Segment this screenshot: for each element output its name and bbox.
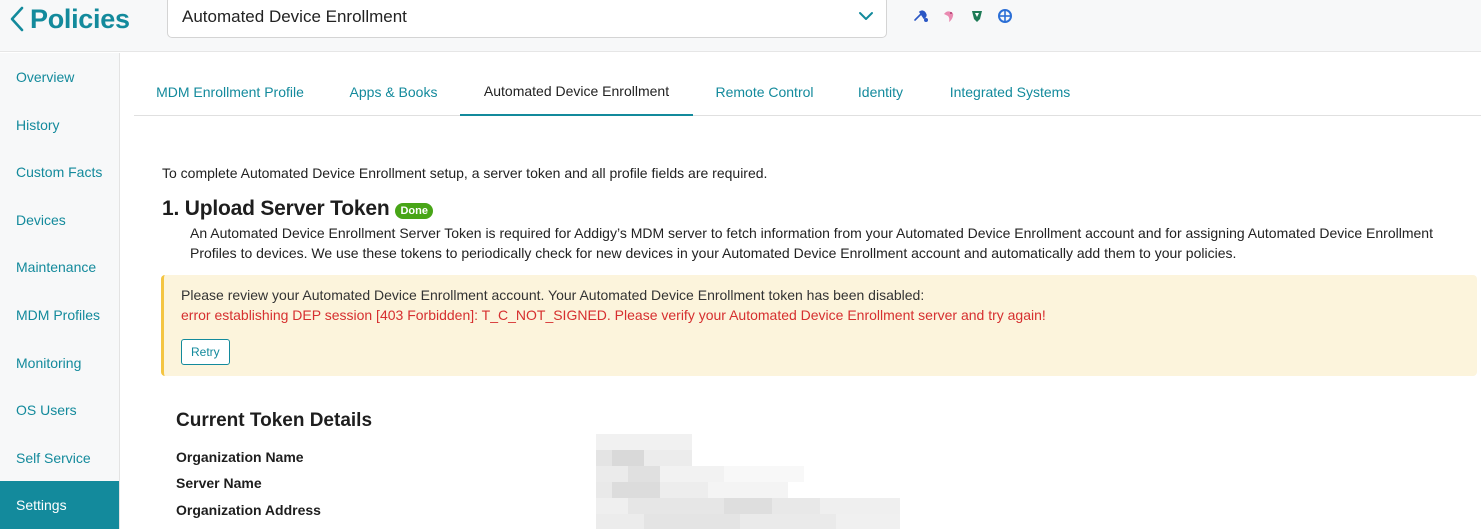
tab-identity[interactable]: Identity (836, 67, 925, 116)
chevron-left-icon (10, 6, 24, 32)
green-shield-icon[interactable] (969, 8, 985, 24)
tab-mdm-enrollment-profile[interactable]: MDM Enrollment Profile (134, 67, 326, 116)
redacted-token-values (596, 434, 916, 529)
policy-select-value: Automated Device Enrollment (182, 7, 407, 26)
sidebar-item-self-service[interactable]: Self Service (0, 434, 119, 482)
setup-intro-text: To complete Automated Device Enrollment … (162, 165, 768, 181)
blue-globe-icon[interactable] (997, 8, 1013, 24)
organization-address-label: Organization Address (176, 502, 321, 518)
sidebar-item-custom-facts[interactable]: Custom Facts (0, 148, 119, 196)
server-token-description: An Automated Device Enrollment Server To… (190, 225, 1433, 261)
server-name-label: Server Name (176, 475, 262, 491)
tab-apps-and-books[interactable]: Apps & Books (326, 67, 461, 116)
sidebar-item-history[interactable]: History (0, 101, 119, 149)
sidebar-item-overview[interactable]: Overview (0, 53, 119, 101)
settings-tab-bar: MDM Enrollment Profile Apps & Books Auto… (134, 67, 1481, 116)
section-title: 1. Upload Server Token (162, 197, 390, 220)
current-token-details-title: Current Token Details (176, 410, 373, 431)
sidebar-item-mdm-profiles[interactable]: MDM Profiles (0, 291, 119, 339)
sidebar-item-os-users[interactable]: OS Users (0, 386, 119, 434)
policy-select[interactable]: Automated Device Enrollment (167, 0, 887, 38)
status-badge: Done (395, 203, 433, 219)
sidebar-item-maintenance[interactable]: Maintenance (0, 243, 119, 291)
pink-bird-icon[interactable] (941, 8, 957, 24)
upload-server-token-heading: 1. Upload Server Token Done (162, 197, 433, 221)
sidebar-item-monitoring[interactable]: Monitoring (0, 339, 119, 387)
tab-remote-control[interactable]: Remote Control (693, 67, 836, 116)
alert-message: Please review your Automated Device Enro… (181, 287, 925, 303)
tab-integrated-systems[interactable]: Integrated Systems (925, 67, 1095, 116)
sidebar-item-devices[interactable]: Devices (0, 196, 119, 244)
alert-error-text: error establishing DEP session [403 Forb… (181, 307, 1046, 323)
chevron-down-icon (859, 12, 873, 20)
sidebar: Overview History Custom Facts Devices Ma… (0, 53, 120, 529)
retry-button[interactable]: Retry (181, 339, 230, 365)
top-header: Policies Automated Device Enrollment (0, 0, 1481, 52)
sidebar-item-settings[interactable]: Settings (0, 481, 119, 529)
tab-automated-device-enrollment[interactable]: Automated Device Enrollment (460, 67, 693, 116)
blue-tools-icon[interactable] (913, 8, 929, 24)
back-to-policies-link[interactable]: Policies (8, 2, 130, 36)
token-disabled-alert: Please review your Automated Device Enro… (161, 275, 1477, 376)
page-title: Policies (30, 3, 130, 34)
status-icon-row (913, 8, 1013, 24)
organization-name-label: Organization Name (176, 449, 304, 465)
